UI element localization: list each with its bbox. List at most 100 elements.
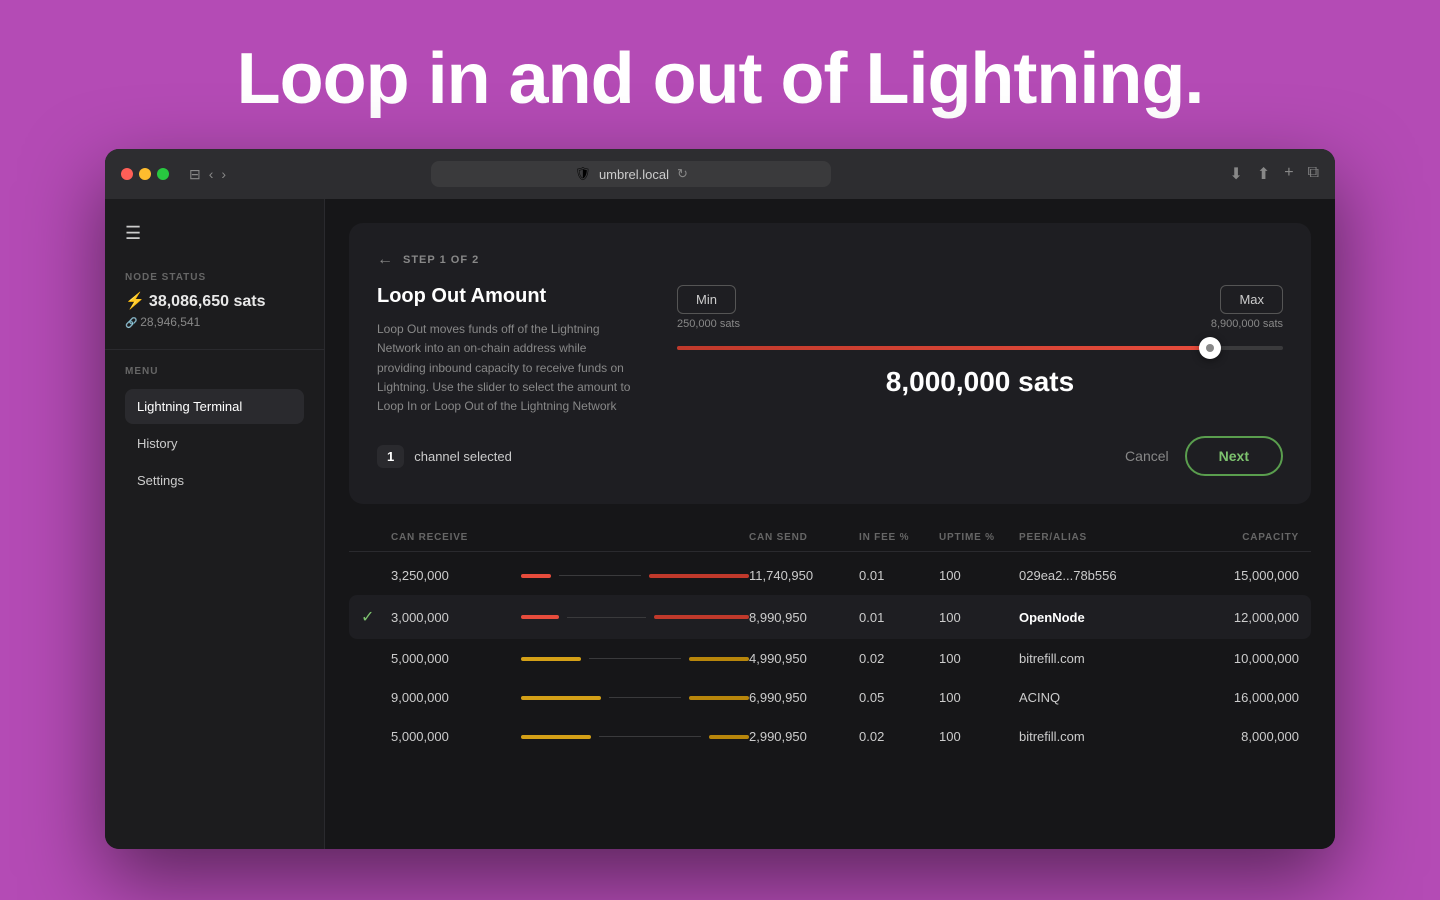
row-peer-3: bitrefill.com bbox=[1019, 651, 1179, 666]
row-fee-2: 0.01 bbox=[859, 610, 939, 625]
max-value-label: 8,900,000 sats bbox=[1211, 318, 1283, 330]
reload-icon[interactable]: ↻ bbox=[677, 166, 688, 182]
row-fee-5: 0.02 bbox=[859, 729, 939, 744]
row-receive-2: 3,000,000 bbox=[391, 610, 521, 625]
back-arrow-icon[interactable]: ← bbox=[377, 251, 393, 269]
slider-container bbox=[677, 346, 1283, 350]
table-row[interactable]: 5,000,000 4,990,950 0.02 100 bitrefill.c… bbox=[349, 639, 1311, 678]
hero-title: Loop in and out of Lightning. bbox=[237, 40, 1204, 119]
slider-thumb-inner bbox=[1206, 344, 1214, 352]
max-button[interactable]: Max bbox=[1220, 285, 1283, 314]
fullscreen-button[interactable] bbox=[157, 168, 169, 180]
browser-chrome: ⊟ ‹ › 🛡 umbrel.local ↻ ⬇ ⬆ + ⧉ bbox=[105, 149, 1335, 199]
slider-value: 8,000,000 sats bbox=[677, 366, 1283, 398]
row-receive-3: 5,000,000 bbox=[391, 651, 521, 666]
row-fee-1: 0.01 bbox=[859, 568, 939, 583]
row-send-1: 11,740,950 bbox=[749, 568, 859, 583]
header-can-receive: CAN RECEIVE bbox=[391, 532, 521, 543]
row-send-4: 6,990,950 bbox=[749, 690, 859, 705]
table-row[interactable]: 5,000,000 2,990,950 0.02 100 bitrefill.c… bbox=[349, 717, 1311, 756]
table-row[interactable]: ✓ 3,000,000 8,990,950 0.01 100 OpenNode … bbox=[349, 595, 1311, 639]
share-icon[interactable]: ⬆ bbox=[1257, 164, 1270, 184]
browser-window: ⊟ ‹ › 🛡 umbrel.local ↻ ⬇ ⬆ + ⧉ ☰ NODE ST… bbox=[105, 149, 1335, 849]
sidebar-toggle-icon[interactable]: ⊟ bbox=[189, 166, 201, 183]
step-label: STEP 1 OF 2 bbox=[403, 254, 479, 266]
max-section: Max 8,900,000 sats bbox=[1211, 285, 1283, 330]
row-peer-2: OpenNode bbox=[1019, 610, 1179, 625]
channels-table: CAN RECEIVE CAN SEND IN FEE % UPTIME % P… bbox=[349, 524, 1311, 756]
next-button[interactable]: Next bbox=[1185, 436, 1283, 476]
table-row[interactable]: 3,250,000 11,740,950 0.01 100 029ea2...7… bbox=[349, 556, 1311, 595]
row-send-5: 2,990,950 bbox=[749, 729, 859, 744]
main-content: ← STEP 1 OF 2 Loop Out Amount Loop Out m… bbox=[325, 199, 1335, 849]
row-receive-1: 3,250,000 bbox=[391, 568, 521, 583]
loop-out-card: ← STEP 1 OF 2 Loop Out Amount Loop Out m… bbox=[349, 223, 1311, 504]
step-header: ← STEP 1 OF 2 bbox=[377, 251, 1283, 269]
min-section: Min 250,000 sats bbox=[677, 285, 740, 330]
header-check bbox=[361, 532, 391, 543]
sidebar: ☰ NODE STATUS 38,086,650 sats 28,946,541… bbox=[105, 199, 325, 849]
cancel-button[interactable]: Cancel bbox=[1125, 448, 1169, 464]
card-right: Min 250,000 sats Max 8,900,000 sats bbox=[677, 285, 1283, 398]
row-capacity-4: 16,000,000 bbox=[1179, 690, 1299, 705]
table-row[interactable]: 9,000,000 6,990,950 0.05 100 ACINQ 16,00… bbox=[349, 678, 1311, 717]
slider-thumb[interactable] bbox=[1199, 337, 1221, 359]
card-footer: 1 channel selected Cancel Next bbox=[377, 436, 1283, 476]
node-status-label: NODE STATUS bbox=[125, 272, 304, 283]
row-uptime-2: 100 bbox=[939, 610, 1019, 625]
row-check-2: ✓ bbox=[361, 607, 391, 627]
row-bar-2 bbox=[521, 615, 749, 619]
header-in-fee: IN FEE % bbox=[859, 532, 939, 543]
channel-count: 1 bbox=[377, 445, 404, 468]
shield-icon: 🛡 bbox=[574, 166, 591, 182]
table-header: CAN RECEIVE CAN SEND IN FEE % UPTIME % P… bbox=[349, 524, 1311, 552]
lightning-balance: 38,086,650 sats bbox=[125, 291, 304, 311]
header-can-send: CAN SEND bbox=[749, 532, 859, 543]
header-peer: PEER/ALIAS bbox=[1019, 532, 1179, 543]
header-bar bbox=[521, 532, 749, 543]
download-icon[interactable]: ⬇ bbox=[1229, 164, 1242, 184]
row-uptime-3: 100 bbox=[939, 651, 1019, 666]
card-title: Loop Out Amount bbox=[377, 285, 637, 308]
row-capacity-3: 10,000,000 bbox=[1179, 651, 1299, 666]
browser-actions: ⬇ ⬆ + ⧉ bbox=[1229, 164, 1319, 184]
row-send-2: 8,990,950 bbox=[749, 610, 859, 625]
channel-selected-badge: 1 channel selected bbox=[377, 445, 512, 468]
slider-fill bbox=[677, 346, 1210, 350]
row-bar-1 bbox=[521, 574, 749, 578]
min-value-label: 250,000 sats bbox=[677, 318, 740, 330]
sidebar-item-history[interactable]: History bbox=[125, 426, 304, 461]
traffic-lights bbox=[121, 168, 169, 180]
close-button[interactable] bbox=[121, 168, 133, 180]
row-uptime-4: 100 bbox=[939, 690, 1019, 705]
new-tab-icon[interactable]: + bbox=[1284, 164, 1293, 184]
row-bar-5 bbox=[521, 735, 749, 739]
sidebar-item-settings[interactable]: Settings bbox=[125, 463, 304, 498]
back-icon[interactable]: ‹ bbox=[209, 166, 214, 183]
min-button[interactable]: Min bbox=[677, 285, 736, 314]
row-peer-1: 029ea2...78b556 bbox=[1019, 568, 1179, 583]
sidebar-item-lightning-terminal[interactable]: Lightning Terminal bbox=[125, 389, 304, 424]
forward-icon[interactable]: › bbox=[221, 166, 226, 183]
row-uptime-5: 100 bbox=[939, 729, 1019, 744]
card-description: Loop Out moves funds off of the Lightnin… bbox=[377, 320, 637, 416]
minimize-button[interactable] bbox=[139, 168, 151, 180]
browser-nav-icons: ⊟ ‹ › bbox=[189, 166, 226, 183]
card-body: Loop Out Amount Loop Out moves funds off… bbox=[377, 285, 1283, 416]
row-capacity-1: 15,000,000 bbox=[1179, 568, 1299, 583]
channel-selected-text: channel selected bbox=[414, 449, 512, 464]
card-left: Loop Out Amount Loop Out moves funds off… bbox=[377, 285, 637, 416]
row-send-3: 4,990,950 bbox=[749, 651, 859, 666]
address-bar[interactable]: 🛡 umbrel.local ↻ bbox=[431, 161, 831, 187]
slider-track bbox=[677, 346, 1283, 350]
row-capacity-5: 8,000,000 bbox=[1179, 729, 1299, 744]
min-max-row: Min 250,000 sats Max 8,900,000 sats bbox=[677, 285, 1283, 330]
row-fee-4: 0.05 bbox=[859, 690, 939, 705]
row-bar-4 bbox=[521, 696, 749, 700]
row-uptime-1: 100 bbox=[939, 568, 1019, 583]
row-receive-5: 5,000,000 bbox=[391, 729, 521, 744]
hamburger-menu[interactable]: ☰ bbox=[105, 215, 324, 264]
row-fee-3: 0.02 bbox=[859, 651, 939, 666]
tabs-icon[interactable]: ⧉ bbox=[1308, 164, 1319, 184]
menu-section: MENU Lightning Terminal History Settings bbox=[105, 350, 324, 508]
